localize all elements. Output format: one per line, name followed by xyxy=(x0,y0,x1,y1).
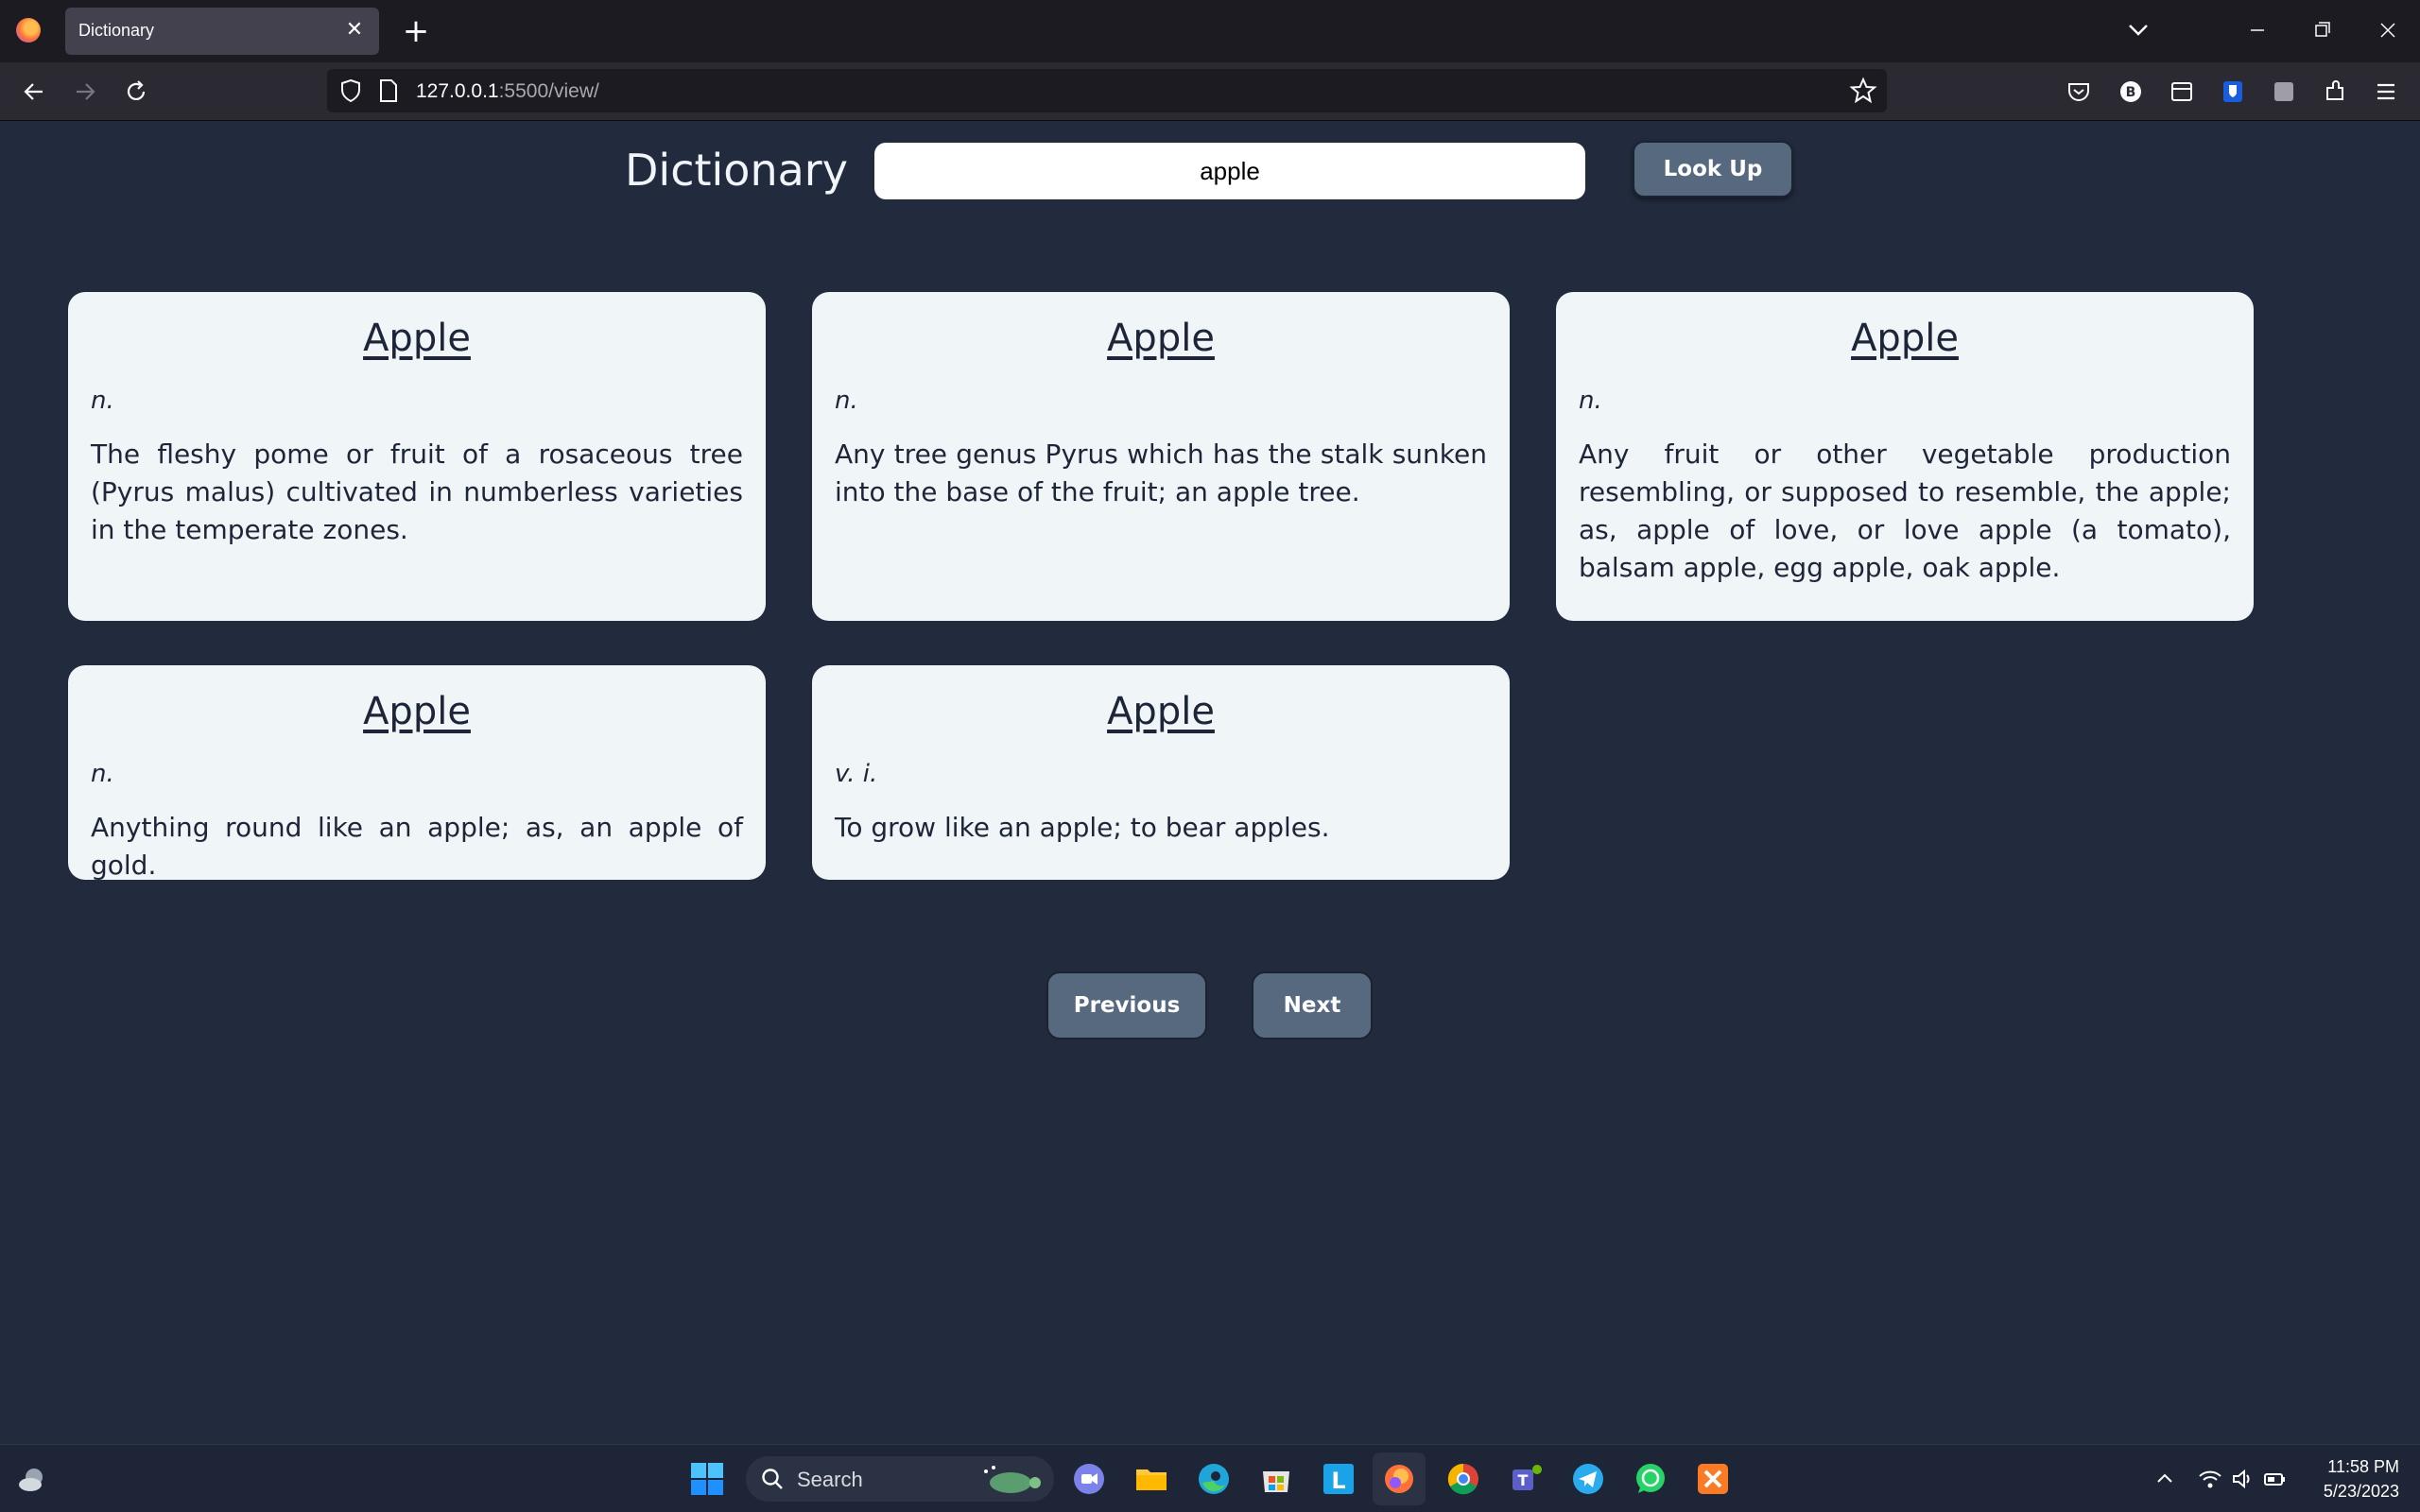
microsoft-store-icon[interactable] xyxy=(1257,1460,1295,1498)
card-part-of-speech: n. xyxy=(91,760,114,788)
card-definition: To grow like an apple; to bear apples. xyxy=(835,812,1330,843)
teams-icon[interactable]: T xyxy=(1507,1460,1545,1498)
card-word-link[interactable]: Apple xyxy=(835,690,1487,733)
taskbar: Search L T 11:58 PM 5/23/2023 xyxy=(0,1444,2420,1512)
page-title: Dictionary xyxy=(625,145,848,196)
card-part-of-speech: n. xyxy=(91,387,114,415)
next-button[interactable]: Next xyxy=(1252,971,1373,1040)
previous-button[interactable]: Previous xyxy=(1046,971,1207,1040)
menu-icon[interactable] xyxy=(2369,75,2403,109)
chevron-up-icon[interactable] xyxy=(2152,1466,2178,1492)
clock-date: 5/23/2023 xyxy=(2323,1482,2399,1501)
definition-card: Apple n. Any tree genus Pyrus which has … xyxy=(812,292,1510,621)
extensions-puzzle-icon[interactable] xyxy=(2318,75,2352,109)
definition-card: Apple n. Anything round like an apple; a… xyxy=(68,665,766,881)
search-input[interactable] xyxy=(874,143,1585,199)
bookmark-star-icon[interactable] xyxy=(1849,77,1877,105)
forward-icon[interactable] xyxy=(68,75,102,109)
windows-start-icon[interactable] xyxy=(688,1460,726,1498)
svg-text:B: B xyxy=(2126,85,2136,100)
battery-icon[interactable] xyxy=(2261,1466,2288,1492)
xampp-icon[interactable] xyxy=(1694,1460,1732,1498)
url-bar[interactable]: 127.0.0.1:5500/view/ xyxy=(327,69,1887,112)
extension-panel-icon[interactable] xyxy=(2165,75,2199,109)
meet-video-icon[interactable] xyxy=(1070,1460,1108,1498)
close-window-icon[interactable] xyxy=(2369,13,2407,47)
chevron-down-icon[interactable] xyxy=(2123,15,2153,45)
firefox-taskbar-active[interactable] xyxy=(1373,1452,1426,1505)
card-word-link[interactable]: Apple xyxy=(1579,317,2231,360)
firefox-icon[interactable] xyxy=(16,18,41,43)
reload-icon[interactable] xyxy=(119,75,153,109)
card-definition: The fleshy pome or fruit of a rosaceous … xyxy=(91,438,743,545)
browser-tabbar: Dictionary ✕ + xyxy=(0,0,2420,62)
definition-card: Apple n. Any fruit or other vegetable pr… xyxy=(1556,292,2254,621)
card-part-of-speech: v. i. xyxy=(835,760,878,788)
weather-icon[interactable] xyxy=(13,1460,51,1498)
url-host: 127.0.0.1 xyxy=(416,80,499,102)
extension-grey-icon[interactable] xyxy=(2267,75,2301,109)
bitwarden-icon[interactable] xyxy=(2216,75,2250,109)
turtle-icon xyxy=(984,1466,1041,1493)
whatsapp-icon[interactable] xyxy=(1632,1460,1669,1498)
page-info-icon[interactable] xyxy=(376,77,401,104)
clock-time: 11:58 PM xyxy=(2327,1457,2399,1476)
browser-toolbar: 127.0.0.1:5500/view/ B xyxy=(0,62,2420,121)
extension-b-icon[interactable]: B xyxy=(2114,75,2148,109)
browser-tab[interactable]: Dictionary ✕ xyxy=(65,8,379,55)
telegram-icon[interactable] xyxy=(1569,1460,1607,1498)
card-definition: Anything round like an apple; as, an app… xyxy=(91,812,743,881)
volume-icon[interactable] xyxy=(2229,1466,2256,1492)
back-icon[interactable] xyxy=(17,75,51,109)
card-word-link[interactable]: Apple xyxy=(835,317,1487,360)
look-up-button[interactable]: Look Up xyxy=(1633,141,1793,198)
close-tab-icon[interactable]: ✕ xyxy=(341,17,368,43)
shield-icon[interactable] xyxy=(337,77,365,105)
taskbar-search-label: Search xyxy=(797,1468,863,1491)
firefox-taskbar-icon xyxy=(1385,1465,1413,1493)
card-word-link[interactable]: Apple xyxy=(91,690,743,733)
restore-icon[interactable] xyxy=(2303,13,2341,47)
definition-card: Apple n. The fleshy pome or fruit of a r… xyxy=(68,292,766,621)
svg-text:L: L xyxy=(1331,1468,1345,1494)
tab-title: Dictionary xyxy=(78,21,155,40)
new-tab-icon[interactable]: + xyxy=(398,13,434,49)
app-l-icon[interactable]: L xyxy=(1320,1460,1357,1498)
taskbar-search[interactable]: Search xyxy=(746,1456,1054,1502)
dictionary-page: Dictionary Look Up Apple n. The fleshy p… xyxy=(0,121,2420,1444)
svg-text:T: T xyxy=(1518,1471,1529,1489)
card-part-of-speech: n. xyxy=(835,387,858,415)
chrome-icon[interactable] xyxy=(1444,1460,1482,1498)
url-text[interactable]: 127.0.0.1:5500/view/ xyxy=(416,80,599,103)
minimize-icon[interactable] xyxy=(2238,13,2276,47)
edge-icon[interactable] xyxy=(1195,1460,1233,1498)
url-path: :5500/view/ xyxy=(498,80,599,102)
card-definition: Any fruit or other vegetable production … xyxy=(1579,438,2231,583)
pocket-icon[interactable] xyxy=(2062,75,2096,109)
card-word-link[interactable]: Apple xyxy=(91,317,743,360)
search-icon xyxy=(762,1469,783,1489)
wifi-icon[interactable] xyxy=(2197,1466,2223,1492)
definition-card: Apple v. i. To grow like an apple; to be… xyxy=(812,665,1510,880)
card-part-of-speech: n. xyxy=(1579,387,1602,415)
system-clock[interactable]: 11:58 PM 5/23/2023 xyxy=(2324,1454,2399,1503)
file-explorer-icon[interactable] xyxy=(1132,1460,1170,1498)
card-definition: Any tree genus Pyrus which has the stalk… xyxy=(835,438,1487,507)
